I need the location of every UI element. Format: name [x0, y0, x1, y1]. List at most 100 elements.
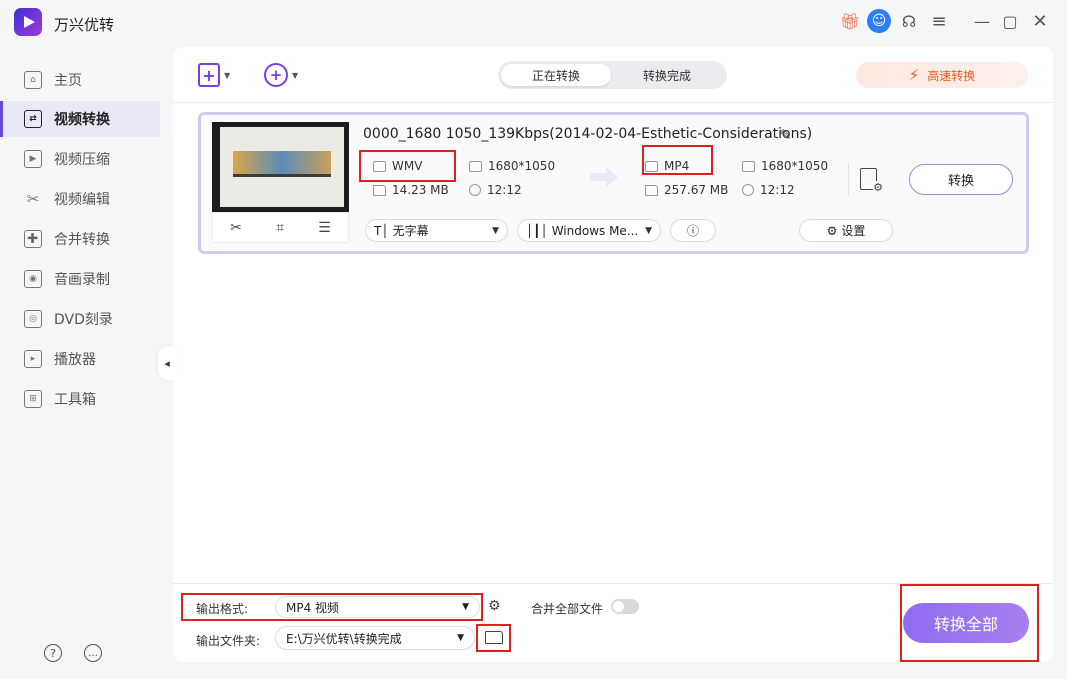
settings-button[interactable]: ⚙ 设置 — [799, 219, 893, 242]
add-file-button[interactable]: + ▼ — [198, 60, 246, 90]
tab-finished[interactable]: 转换完成 — [612, 64, 722, 86]
resolution-icon — [742, 160, 755, 172]
target-resolution-value: 1680*1050 — [761, 159, 829, 173]
lightning-icon: ⚡︎ — [908, 66, 920, 84]
source-duration-value: 12:12 — [487, 183, 522, 197]
target-size: 257.67 MB — [645, 183, 728, 197]
add-disc-button[interactable]: + ▼ — [264, 60, 312, 90]
sidebar-item-video-convert[interactable]: ⇄ 视频转换 — [0, 101, 160, 137]
sidebar-item-home[interactable]: ⌂ 主页 — [0, 62, 160, 98]
add-file-icon: + — [198, 63, 220, 87]
source-size: 14.23 MB — [373, 183, 449, 197]
sidebar-item-label: 播放器 — [54, 352, 96, 368]
chevron-down-icon: ▼ — [645, 225, 652, 236]
chevron-down-icon: ▼ — [457, 633, 464, 643]
output-settings-icon[interactable] — [848, 163, 883, 195]
subtitle-value: 无字幕 — [392, 224, 429, 238]
source-resolution-value: 1680*1050 — [488, 159, 556, 173]
app-logo — [14, 8, 42, 36]
compress-icon: ▶ — [24, 150, 42, 168]
sidebar-item-label: 工具箱 — [54, 392, 96, 408]
effects-adjust-icon[interactable]: ☰ — [318, 220, 331, 236]
info-icon: ⓘ — [686, 224, 699, 238]
clock-icon — [469, 184, 481, 196]
sidebar-item-record[interactable]: ◉ 音画录制 — [0, 261, 160, 297]
tab-converting[interactable]: 正在转换 — [501, 64, 611, 86]
collapse-sidebar-button[interactable]: ◂ — [158, 346, 176, 380]
target-duration-value: 12:12 — [760, 183, 795, 197]
audio-track-select[interactable]: │┃│ Windows Me... ▼ — [517, 219, 661, 242]
feedback-icon[interactable]: … — [84, 644, 102, 662]
chevron-down-icon: ▼ — [224, 70, 231, 80]
source-duration: 12:12 — [469, 183, 522, 197]
dvd-icon: ◎ — [24, 310, 42, 328]
merge-icon: ➕ — [24, 230, 42, 248]
high-speed-convert-button[interactable]: ⚡︎ 高速转换 — [856, 62, 1028, 88]
text-icon: T│ — [374, 223, 389, 238]
settings-label: 设置 — [841, 224, 866, 238]
menu-icon[interactable]: ≡ — [927, 9, 951, 33]
sidebar-item-label: 视频编辑 — [54, 192, 110, 208]
home-icon: ⌂ — [24, 71, 42, 89]
highlight-convert-all — [900, 584, 1039, 662]
sidebar-item-player[interactable]: ▸ 播放器 — [0, 341, 160, 377]
add-disc-icon: + — [264, 63, 288, 87]
user-avatar-icon[interactable]: ☺ — [867, 9, 891, 33]
thumbnail-caption-bar — [233, 174, 331, 177]
help-icon[interactable]: ? — [44, 644, 62, 662]
document-gear-icon — [860, 168, 883, 194]
audio-wave-icon: │┃│ — [526, 223, 548, 238]
convert-button[interactable]: 转换 — [909, 164, 1013, 195]
sidebar-item-merge[interactable]: ➕ 合并转换 — [0, 221, 160, 257]
output-folder-select[interactable]: E:\万兴优转\转换完成 ▼ — [275, 626, 475, 650]
convert-icon: ⇄ — [24, 110, 42, 128]
sidebar-item-dvd[interactable]: ◎ DVD刻录 — [0, 301, 160, 337]
toolbar-divider — [173, 102, 1053, 103]
sidebar-item-toolbox[interactable]: ⊞ 工具箱 — [0, 381, 160, 417]
output-folder-label: 输出文件夹: — [196, 634, 261, 648]
close-icon[interactable]: ✕ — [1028, 9, 1052, 33]
audio-track-value: Windows Me... — [551, 223, 639, 238]
record-icon: ◉ — [24, 270, 42, 288]
sidebar-item-video-compress[interactable]: ▶ 视频压缩 — [0, 141, 160, 177]
target-duration: 12:12 — [742, 183, 795, 197]
info-button[interactable]: ⓘ — [670, 219, 716, 242]
maximize-icon[interactable]: ▢ — [998, 9, 1022, 33]
minimize-icon[interactable]: — — [970, 9, 994, 33]
toolbox-icon: ⊞ — [24, 390, 42, 408]
merge-all-label: 合并全部文件 — [531, 602, 604, 616]
sidebar-item-label: 视频压缩 — [54, 152, 110, 168]
thumbnail-toolbar: ✂ ⌗ ☰ — [212, 212, 349, 243]
folder-icon — [373, 184, 386, 196]
sidebar-item-label: DVD刻录 — [54, 312, 113, 328]
crop-icon[interactable]: ⌗ — [276, 220, 284, 236]
file-name: 0000_1680 1050_139Kbps(2014-02-04-Esthet… — [363, 126, 813, 142]
resolution-icon — [469, 160, 482, 172]
sidebar-item-label: 音画录制 — [54, 272, 110, 288]
sidebar-item-label: 合并转换 — [54, 232, 110, 248]
sidebar-item-video-edit[interactable]: ✂ 视频编辑 — [0, 181, 160, 217]
subtitle-select[interactable]: T│ 无字幕 ▼ — [365, 219, 508, 242]
highlight-target-format — [642, 145, 713, 175]
source-resolution: 1680*1050 — [469, 159, 555, 173]
conversion-tabs: 正在转换 转换完成 — [498, 61, 727, 89]
arrow-right-icon — [590, 167, 618, 187]
highlight-open-folder — [476, 624, 511, 652]
trim-scissors-icon[interactable]: ✂ — [230, 220, 242, 236]
thumbnail-banner — [233, 151, 331, 176]
folder-icon — [645, 184, 658, 196]
sidebar-item-label: 视频转换 — [54, 112, 110, 128]
gift-icon[interactable]: 🎁︎ — [838, 9, 862, 33]
merge-all-toggle[interactable] — [611, 599, 639, 614]
output-folder-value: E:\万兴优转\转换完成 — [286, 631, 402, 646]
source-size-value: 14.23 MB — [392, 183, 449, 197]
chevron-down-icon: ▼ — [492, 225, 499, 236]
high-speed-label: 高速转换 — [927, 68, 976, 83]
highlight-source-format — [359, 150, 456, 182]
headset-icon[interactable]: ☊ — [897, 9, 921, 33]
format-settings-icon[interactable]: ⚙ — [488, 598, 508, 616]
target-resolution: 1680*1050 — [742, 159, 828, 173]
edit-icon[interactable]: ✎ — [779, 126, 792, 144]
chevron-down-icon: ▼ — [292, 70, 299, 80]
highlight-output-format — [181, 593, 483, 621]
